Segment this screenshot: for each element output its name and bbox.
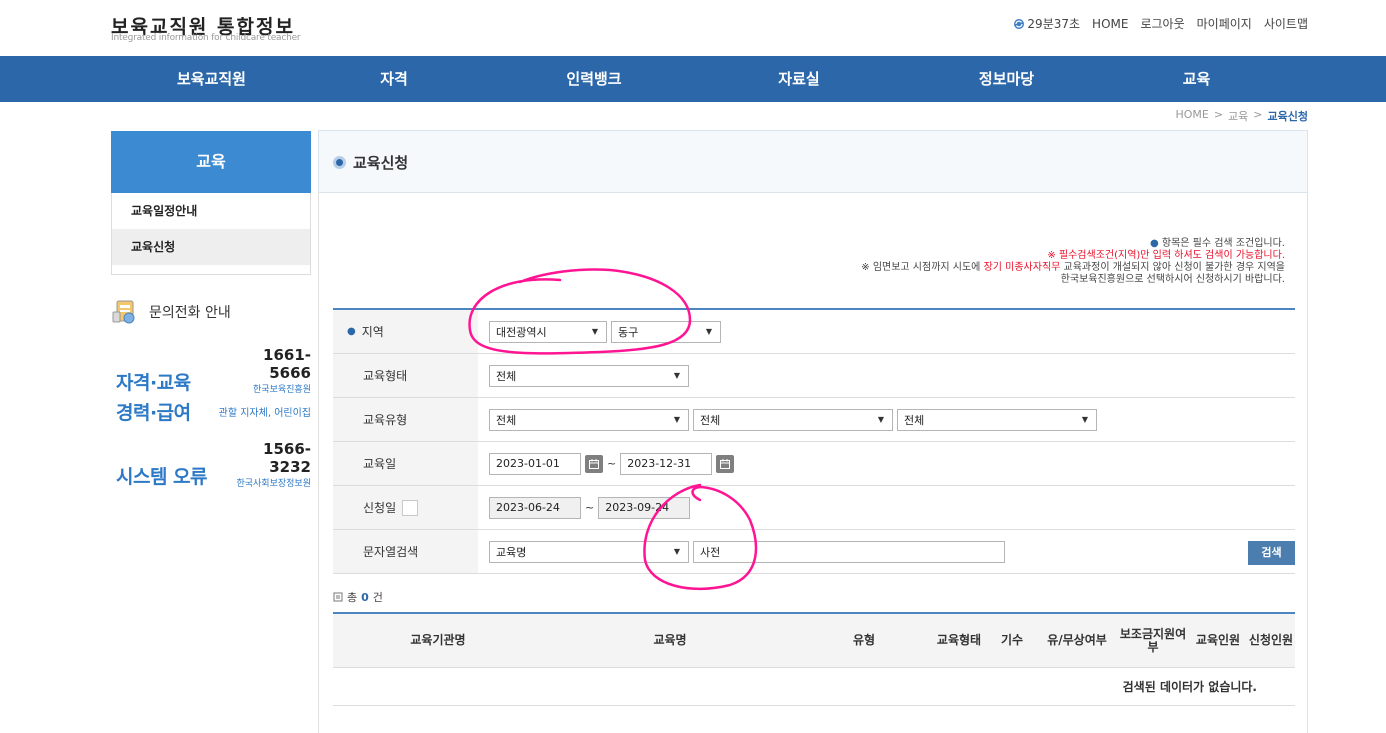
chevron-down-icon: ▼: [877, 415, 884, 424]
form-row-edu-date: 교육일 2023-01-01 ~ 2023-12-31: [333, 442, 1295, 486]
home-link[interactable]: HOME: [1092, 17, 1128, 31]
phone-book-icon: [112, 300, 135, 324]
utility-links: 29분37초 HOME 로그아웃 마이페이지 사이트맵: [1013, 15, 1308, 32]
form-row-kind: 교육유형 전체 ▼ 전체 ▼ 전체 ▼: [333, 398, 1295, 442]
column-header[interactable]: 교육기관명: [333, 634, 543, 647]
session-timer-text: 29분37초: [1027, 17, 1081, 31]
column-header[interactable]: 유/무상여부: [1037, 634, 1117, 647]
chevron-down-icon: ▼: [673, 371, 680, 380]
edu-kind-select-1[interactable]: 전체 ▼: [489, 408, 689, 431]
edu-type-select[interactable]: 전체 ▼: [489, 364, 689, 387]
calendar-icon[interactable]: [585, 454, 603, 473]
apply-date-checkbox[interactable]: [402, 499, 419, 516]
form-row-region: ● 지역 대전광역시 ▼ 동구 ▼: [333, 310, 1295, 354]
contact-system: 시스템 오류 1566-3232 한국사회보장정보원: [116, 440, 311, 489]
table-header: 교육기관명 교육명 유형 교육형태 기수 유/무상여부 보조금지원여부 교육인원…: [333, 614, 1295, 668]
sidebar-item-apply[interactable]: 교육신청: [112, 229, 310, 265]
result-count: 총 0 건: [333, 589, 383, 605]
contact-heading: 문의전화 안내: [111, 298, 231, 326]
contact-number: 1566-3232: [263, 440, 311, 476]
search-button[interactable]: 검색: [1248, 541, 1295, 565]
main-navigation: 보육교직원 자격 인력뱅크 자료실 정보마당 교육: [0, 56, 1386, 102]
list-icon: [333, 592, 343, 602]
column-header[interactable]: 유형: [797, 634, 931, 647]
form-row-type: 교육형태 전체 ▼: [333, 354, 1295, 398]
search-notice: ● 항목은 필수 검색 조건입니다. ※ 필수검색조건(지역)만 입력 하셔도 …: [861, 238, 1285, 285]
chevron-down-icon: ▼: [591, 327, 598, 336]
edu-kind-select-2[interactable]: 전체 ▼: [693, 408, 893, 431]
contact-heading-text: 문의전화 안내: [149, 305, 231, 321]
nav-item-education[interactable]: 교육: [1109, 56, 1284, 102]
apply-date-from-input[interactable]: 2023-06-24: [489, 496, 581, 519]
contact-career: 경력·급여 관할 지자체, 어린이집: [116, 402, 311, 424]
site-subtitle: Integrated information for childcare tea…: [111, 33, 301, 43]
keyword-input[interactable]: 사전: [693, 540, 1005, 563]
region-sido-select[interactable]: 대전광역시 ▼: [489, 320, 607, 343]
nav-item-teacher[interactable]: 보육교직원: [129, 56, 294, 102]
edu-date-to-input[interactable]: 2023-12-31: [620, 452, 713, 475]
keyword-field-select[interactable]: 교육명 ▼: [489, 540, 689, 563]
column-header[interactable]: 보조금지원여부: [1117, 627, 1189, 654]
bullet-icon: [333, 156, 346, 169]
breadcrumb-level1[interactable]: 교육: [1228, 108, 1248, 124]
empty-message: 검색된 데이터가 없습니다.: [333, 668, 1295, 706]
nav-item-certificate[interactable]: 자격: [294, 56, 494, 102]
chevron-down-icon: ▼: [705, 327, 712, 336]
column-header[interactable]: 기수: [987, 634, 1037, 647]
sidebar-item-schedule[interactable]: 교육일정안내: [112, 193, 310, 229]
breadcrumb: HOME > 교육 > 교육신청: [1175, 108, 1308, 124]
session-timer[interactable]: 29분37초: [1013, 15, 1080, 32]
chevron-down-icon: ▼: [673, 415, 680, 424]
page-header: 교육신청: [318, 130, 1308, 193]
page-title: 교육신청: [353, 154, 409, 172]
nav-item-archive[interactable]: 자료실: [694, 56, 904, 102]
column-header[interactable]: 교육인원: [1189, 634, 1247, 647]
breadcrumb-home[interactable]: HOME: [1175, 108, 1208, 124]
column-header[interactable]: 교육형태: [931, 634, 987, 647]
refresh-icon: [1014, 18, 1025, 29]
contact-certificate: 자격·교육 1661-5666 한국보육진흥원: [116, 346, 311, 395]
sidebar-menu: 교육일정안내 교육신청: [111, 193, 311, 275]
required-mark: ●: [347, 326, 356, 337]
contact-number: 1661-5666: [263, 346, 311, 382]
chevron-down-icon: ▼: [1081, 415, 1088, 424]
mypage-link[interactable]: 마이페이지: [1197, 15, 1252, 32]
sitemap-link[interactable]: 사이트맵: [1264, 15, 1308, 32]
logout-link[interactable]: 로그아웃: [1140, 15, 1184, 32]
edu-kind-select-3[interactable]: 전체 ▼: [897, 408, 1097, 431]
search-form: ● 지역 대전광역시 ▼ 동구 ▼ 교육형태 전체 ▼ 교육유형 전체 ▼ 전체 ▼ 전체 ▼…: [333, 308, 1295, 574]
column-header[interactable]: 신청인원: [1247, 634, 1295, 647]
region-gu-select[interactable]: 동구 ▼: [611, 320, 721, 343]
column-header[interactable]: 교육명: [543, 634, 797, 647]
apply-date-to-input[interactable]: 2023-09-24: [598, 496, 691, 519]
nav-item-info[interactable]: 정보마당: [904, 56, 1109, 102]
chevron-down-icon: ▼: [673, 547, 680, 556]
edu-date-from-input[interactable]: 2023-01-01: [489, 452, 581, 475]
form-row-apply-date: 신청일 2023-06-24 ~ 2023-09-24: [333, 486, 1295, 530]
sidebar-title: 교육: [111, 131, 311, 193]
results-table: 교육기관명 교육명 유형 교육형태 기수 유/무상여부 보조금지원여부 교육인원…: [333, 612, 1295, 706]
breadcrumb-current: 교육신청: [1267, 110, 1308, 123]
form-row-keyword: 문자열검색 교육명 ▼ 사전 검색: [333, 530, 1295, 574]
nav-item-jobbank[interactable]: 인력뱅크: [494, 56, 694, 102]
calendar-icon[interactable]: [716, 454, 735, 473]
